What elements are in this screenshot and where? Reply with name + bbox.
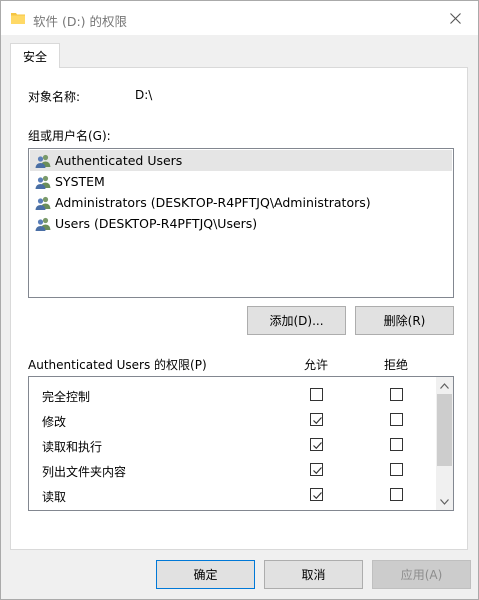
title-bar[interactable]: 软件 (D:) 的权限 — [1, 1, 478, 35]
deny-checkbox[interactable] — [390, 463, 403, 476]
close-icon — [449, 12, 461, 24]
remove-button[interactable]: 删除(R) — [355, 306, 454, 335]
add-button[interactable]: 添加(D)... — [247, 306, 346, 335]
deny-checkbox[interactable] — [390, 388, 403, 401]
deny-checkbox[interactable] — [390, 438, 403, 451]
deny-checkbox[interactable] — [390, 488, 403, 501]
groups-label: 组或用户名(G): — [28, 129, 111, 143]
users-icon — [35, 175, 51, 189]
permission-row-partial — [29, 508, 437, 510]
permission-row: 读取 — [29, 484, 437, 508]
allow-checkbox[interactable] — [310, 438, 323, 451]
allow-header: 允许 — [304, 358, 329, 372]
permissions-list[interactable]: 完全控制 修改 读取和执行 列出文件夹内容 读取 — [28, 376, 454, 511]
users-list[interactable]: Authenticated Users SYSTEM Administrator… — [28, 148, 454, 298]
allow-checkbox[interactable] — [310, 413, 323, 426]
permission-name: 完全控制 — [42, 390, 91, 404]
allow-checkbox[interactable] — [310, 388, 323, 401]
list-item[interactable]: Users (DESKTOP-R4PFTJQ\Users) — [30, 213, 452, 234]
allow-checkbox[interactable] — [310, 488, 323, 501]
security-panel: 对象名称: D:\ 组或用户名(G): Authenticated Users — [10, 67, 468, 550]
permission-row: 修改 — [29, 409, 437, 433]
allow-checkbox[interactable] — [310, 463, 323, 476]
folder-icon — [11, 11, 25, 24]
permissions-scrollbar[interactable] — [436, 377, 453, 510]
object-name-value: D:\ — [135, 88, 153, 102]
permission-name: 列出文件夹内容 — [42, 465, 127, 479]
permission-row: 完全控制 — [29, 384, 437, 408]
list-item[interactable]: Administrators (DESKTOP-R4PFTJQ\Administ… — [30, 192, 452, 213]
permission-row: 读取和执行 — [29, 434, 437, 458]
users-icon — [35, 154, 51, 168]
permission-name: 读取 — [42, 490, 67, 504]
window-title: 软件 (D:) 的权限 — [33, 14, 128, 29]
ok-button[interactable]: 确定 — [156, 560, 255, 589]
tab-security[interactable]: 安全 — [10, 43, 60, 68]
checkmark-icon — [313, 442, 322, 450]
user-name: Users (DESKTOP-R4PFTJQ\Users) — [55, 216, 258, 231]
users-icon — [35, 217, 51, 231]
users-icon — [35, 196, 51, 210]
permissions-label: Authenticated Users 的权限(P) — [28, 358, 207, 372]
permission-name: 读取和执行 — [42, 440, 103, 454]
permission-row: 列出文件夹内容 — [29, 459, 437, 483]
scroll-down-button[interactable] — [436, 493, 453, 510]
user-name: Authenticated Users — [55, 153, 183, 168]
scroll-thumb[interactable] — [437, 394, 452, 466]
deny-header: 拒绝 — [384, 358, 409, 372]
cancel-button[interactable]: 取消 — [264, 560, 363, 589]
permissions-dialog: 软件 (D:) 的权限 安全 对象名称: D:\ 组或用户名(G): Authe… — [0, 0, 479, 600]
checkmark-icon — [313, 467, 322, 475]
deny-checkbox[interactable] — [390, 413, 403, 426]
list-item[interactable]: SYSTEM — [30, 171, 452, 192]
object-name-label: 对象名称: — [28, 90, 81, 104]
permission-name: 修改 — [42, 415, 67, 429]
scroll-up-button[interactable] — [436, 377, 453, 394]
list-item[interactable]: Authenticated Users — [30, 150, 452, 171]
checkmark-icon — [313, 492, 322, 500]
chevron-down-icon — [440, 498, 449, 505]
chevron-up-icon — [440, 382, 449, 389]
user-name: SYSTEM — [55, 174, 105, 189]
close-button[interactable] — [432, 1, 478, 35]
apply-button[interactable]: 应用(A) — [372, 560, 471, 589]
user-name: Administrators (DESKTOP-R4PFTJQ\Administ… — [55, 195, 371, 210]
checkmark-icon — [313, 417, 322, 425]
